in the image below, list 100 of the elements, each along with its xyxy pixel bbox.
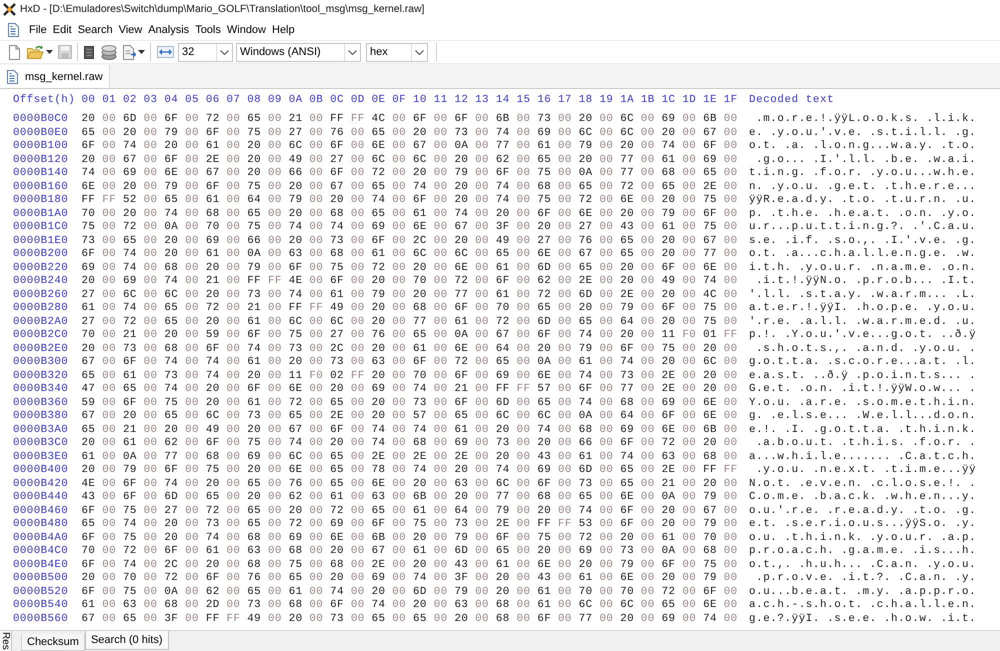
row-offset: 0000B480 [13,518,70,532]
menu-item[interactable]: Search [74,22,116,38]
row-offset: 0000B3A0 [13,424,70,437]
caret-icon[interactable] [348,50,357,54]
row-offset: 0000B360 [13,396,70,410]
hex-bytes: 27 00 72 00 65 00 20 00 61 00 6C 00 6C 00 20 00 77 00 61 00 72 00 6D 00 65 00 64 00 20 00 75 00 [82,316,739,329]
dropdown[interactable]: Windows (ANSI) [236,42,361,62]
decoded-text: .y.o.u. .n.e.x.t. .t.i.m.e...ÿÿ [755,464,976,478]
decoded-text: p. .t.h.e. .h.e.a.t. .o.n. .y.o. [749,208,976,221]
caret-icon[interactable] [415,50,424,54]
hex-bytes: 65 00 21 00 20 00 49 00 20 00 67 00 6F 00 74 00 74 00 61 00 20 00 74 00 68 00 69 00 6E 00 6B 00 [82,424,739,437]
row-offset: 0000B4A0 [13,532,70,545]
row-offset: 0000B440 [13,491,70,504]
decoded-text: N.o.t. .e.v.e.n. .c.l.o.s.e.!. . [749,478,976,491]
menu-item[interactable]: Window [224,22,269,38]
menu-item[interactable]: Edit [50,22,75,38]
row-offset: 0000B3E0 [13,450,70,464]
caret-icon[interactable] [220,50,229,54]
hex-bytes: 61 00 0A 00 77 00 68 00 69 00 6C 00 65 00 2E 00 2E 00 2E 00 20 00 43 00 61 00 74 00 63 00 68 00 [82,450,739,464]
decoded-text: e.a.s.t. ..ð.ÿ .p.o.i.n.t.s... . [749,370,976,383]
dropdown[interactable]: 32 [178,42,233,62]
decoded-text: g.e.?.ÿÿI. .s.e.e. .h.o.w. .i.t. [749,612,976,626]
decoded-text: o.u.'.r.e. .r.e.a.d.y. .t.o. .g. [749,504,976,518]
arrows-icon[interactable] [157,46,174,58]
decoded-text: .s.h.o.t.s.,. .a.n.d. .y.o.u. . [755,342,976,356]
hex-bytes: 65 00 61 00 73 00 74 00 20 00 11 F0 02 FF 20 00 70 00 6F 00 69 00 6E 00 74 00 73 00 2E 00 20 00 [82,370,739,383]
decoded-text: o.u...b.e.a.t. .m.y. .a.p.p.r.o. [749,586,976,599]
folder-icon[interactable] [27,45,44,59]
hex-bytes: 6E 00 20 00 79 00 6F 00 75 00 20 00 67 00 65 00 74 00 20 00 74 00 68 00 65 00 72 00 65 00 2E 00 [82,180,739,194]
column-label: 19 [599,94,614,106]
hex-bytes: 75 00 72 00 0A 00 70 00 75 00 74 00 74 00 69 00 6E 00 67 00 3F 00 20 00 27 00 43 00 61 00 75 00 [82,221,739,234]
hex-bytes: 73 00 65 00 20 00 69 00 66 00 20 00 73 00 6F 00 2C 00 20 00 49 00 27 00 76 00 65 00 20 00 67 00 [82,234,739,248]
row-offset: 0000B2A0 [13,316,70,329]
row-offset: 0000B0C0 [13,113,70,126]
decoded-text: '.r.e. .a.l.l. .w.a.r.m.e.d. .u. [749,316,976,329]
column-label: 13 [475,94,489,106]
panel-tab[interactable]: Checksum [21,634,85,651]
menu-item[interactable]: Tools [192,22,224,38]
menu-item[interactable]: File [26,22,50,38]
row-offset: 0000B200 [13,248,70,262]
column-label: 16 [537,94,552,106]
menu-item[interactable]: Analysis [145,22,192,38]
disks-icon[interactable] [101,44,117,60]
column-label: 06 [206,94,220,106]
export-page-icon[interactable] [122,44,136,60]
document-icon[interactable] [7,22,20,36]
decoded-text: o.t. .a. .l.o.n.g...w.a.y. .t.o. [749,140,976,154]
row-offset: 0000B2E0 [13,342,70,356]
block-icon[interactable] [84,46,94,58]
decoded-text: o.u. .t.h.i.n.k. .y.o.u.r. .a.p. [749,532,976,545]
decoded-text: .m.o.r.e.!.ÿÿL.o.o.k.s. .l.i.k. [755,113,976,126]
decoded-text: .p.r.o.v.e. .i.t.?. .C.a.n. .y. [755,572,976,586]
column-label: 03 [144,94,158,106]
column-label: 0F [392,94,406,106]
file-tab[interactable]: msg_kernel.raw [0,65,110,88]
caret-icon[interactable] [138,50,145,54]
decoded-text: G.e.t. .o.n. .i.t.!.ÿÿW.o.w... . [749,383,976,396]
new-page-icon[interactable] [8,44,21,60]
decoded-text: '.l.l. .s.t.a.y. .w.a.r.m... .L. [749,288,976,302]
decoded-text: n. .y.o.u. .g.e.t. .t.h.e.r.e... [749,180,976,194]
decoded-text: p.!. .Y.o.u.'.v.e...g.o.t. ..ð.ÿ [749,329,976,342]
row-offset: 0000B380 [13,410,70,424]
column-label: 10 [413,94,427,106]
caret-icon[interactable] [46,50,53,54]
hex-bytes: 20 00 69 00 74 00 21 00 FF FF 4E 00 6F 00 20 00 70 00 72 00 6F 00 62 00 2E 00 20 00 49 00 74 00 [82,275,739,288]
row-offset: 0000B400 [13,464,70,478]
row-offset: 0000B540 [13,599,70,612]
row-offset: 0000B0E0 [13,126,70,140]
decoded-text: e.!. .I. .g.o.t.t.a. .t.h.i.n.k. [749,424,976,437]
column-label: 1B [640,94,655,106]
decoded-text: u.r...p.u.t.t.i.n.g.?. .'.C.a.u. [749,221,976,234]
row-offset: 0000B2C0 [13,329,70,342]
column-label: 1F [724,94,738,106]
column-label: 18 [578,94,593,106]
hex-bytes: 43 00 6F 00 6D 00 65 00 20 00 62 00 61 00 63 00 6B 00 20 00 77 00 68 00 65 00 6E 00 0A 00 79 00 [82,491,739,504]
dropdown[interactable]: hex [366,42,428,62]
column-label: 09 [268,94,282,106]
side-tab[interactable]: Res [0,631,12,651]
column-label: 01 [102,94,116,106]
hex-bytes: 67 00 20 00 65 00 6C 00 73 00 65 00 2E 00 20 00 57 00 65 00 6C 00 6C 00 0A 00 64 00 6F 00 6E 00 [82,410,739,424]
hex-bytes: 20 00 79 00 6F 00 75 00 20 00 6E 00 65 00 78 00 74 00 20 00 74 00 69 00 6D 00 65 00 2E 00 FF FF [82,464,739,478]
decoded-text: a...w.h.i.l.e....... .C.a.t.c.h. [749,450,976,464]
row-offset: 0000B1A0 [13,208,70,221]
app-icon [3,3,16,16]
hex-bytes: 6F 00 74 00 2C 00 20 00 68 00 75 00 68 00 2E 00 20 00 43 00 61 00 6E 00 20 00 79 00 6F 00 75 00 [82,558,739,572]
hex-bytes: 6F 00 75 00 0A 00 62 00 65 00 61 00 74 00 20 00 6D 00 79 00 20 00 61 00 70 00 70 00 72 00 6F 00 [82,586,739,599]
hex-bytes: 6F 00 74 00 20 00 61 00 0A 00 63 00 68 00 61 00 6C 00 6C 00 65 00 6E 00 67 00 65 00 20 00 77 00 [82,248,739,262]
hex-bytes: 47 00 65 00 74 00 20 00 6F 00 6E 00 20 00 69 00 74 00 21 00 FF FF 57 00 6F 00 77 00 2E 00 20 00 [82,383,739,396]
column-label: 08 [247,94,262,106]
decoded-text: .a.b.o.u.t. .t.h.i.s. .f.o.r. . [755,437,976,450]
row-offset: 0000B100 [13,140,70,154]
column-label: 14 [496,94,510,106]
column-label: 07 [226,94,240,106]
row-offset: 0000B180 [13,194,70,208]
menu-item[interactable]: Help [269,22,298,38]
menu-item[interactable]: View [116,22,146,38]
panel-tab[interactable]: Search (0 hits) [84,631,168,650]
row-offset: 0000B520 [13,586,70,599]
row-offset: 0000B3C0 [13,437,70,450]
column-label: 1E [703,94,717,106]
